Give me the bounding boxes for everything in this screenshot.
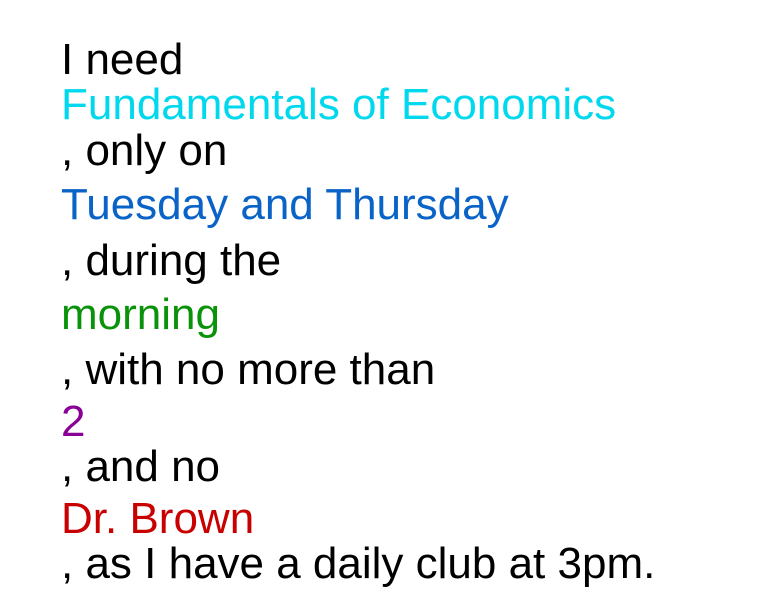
max-count: 2 <box>61 397 86 446</box>
meeting-days: Tuesday and Thursday <box>61 180 509 229</box>
time-of-day: morning <box>61 290 220 339</box>
text-and-no: , and no <box>61 442 221 491</box>
text-during-the: , during the <box>61 236 282 285</box>
text-only-on: , only on <box>61 126 228 175</box>
text-with-no-more-than: , with no more than <box>61 345 436 394</box>
request-canvas: I need Fundamentals of Economics , only … <box>0 0 769 609</box>
text-i-need: I need <box>61 35 184 84</box>
text-daily-club: , as I have a daily club at 3pm. <box>61 539 656 588</box>
professor-name: Dr. Brown <box>61 494 255 543</box>
course-name: Fundamentals of Economics <box>61 80 617 129</box>
